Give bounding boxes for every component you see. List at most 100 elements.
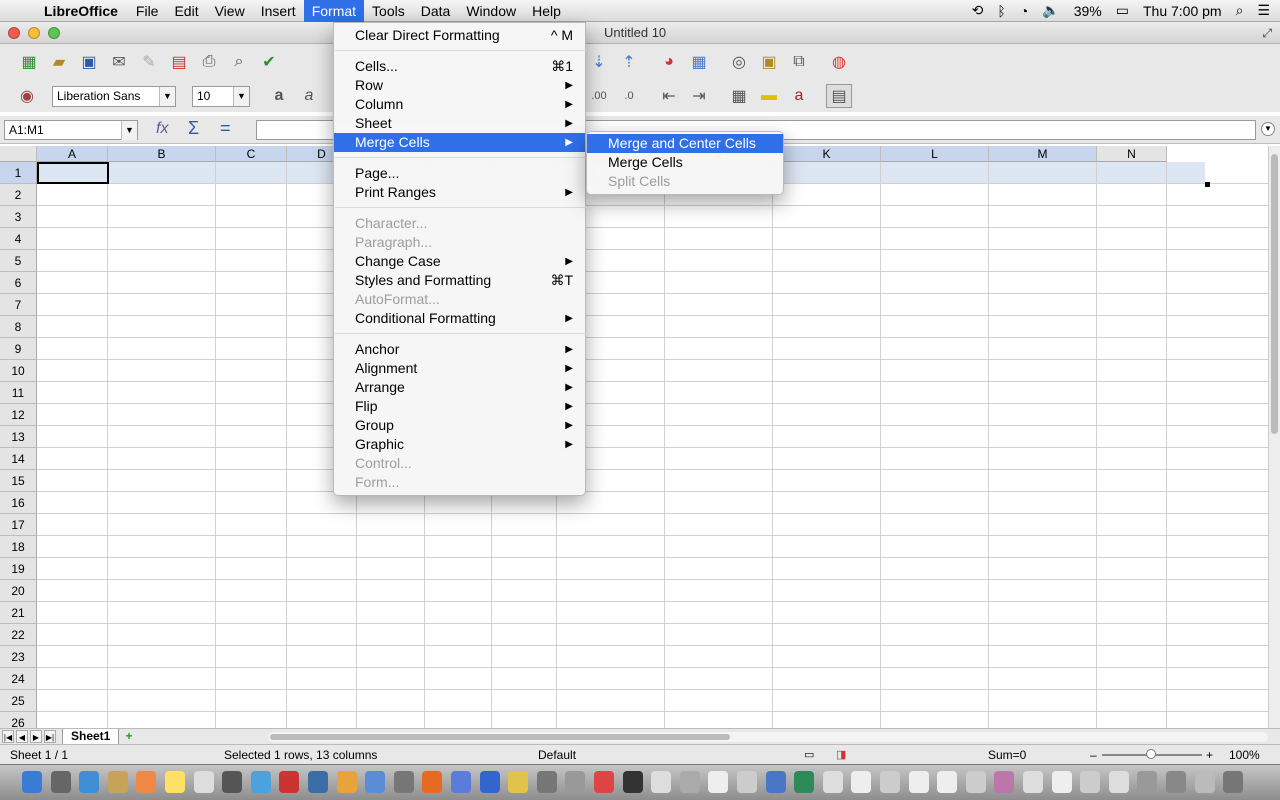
column-header[interactable]: M [989,146,1097,162]
spellcheck-icon[interactable]: ✔ [256,50,282,74]
close-window-button[interactable] [8,27,20,39]
submenu-item-merge-cells[interactable]: Merge Cells [587,153,783,172]
dock-app-icon[interactable] [336,771,357,793]
column-header[interactable]: A [37,146,108,162]
row-header[interactable]: 14 [0,448,37,470]
row-header[interactable]: 16 [0,492,37,514]
font-name-combo[interactable]: Liberation Sans ▼ [52,85,176,107]
row-header[interactable]: 22 [0,624,37,646]
dock-app-icon[interactable] [193,771,214,793]
menu-item-print-ranges[interactable]: Print Ranges ▶ [334,183,585,202]
bold-icon[interactable]: a [266,84,292,108]
page-style[interactable]: Default [538,748,576,762]
styles-icon[interactable]: ◉ [14,84,40,108]
chevron-down-icon[interactable]: ▼ [159,86,175,106]
row-header[interactable]: 15 [0,470,37,492]
dock-app-icon[interactable] [393,771,414,793]
dock-app-icon[interactable] [651,771,672,793]
fill-handle[interactable] [1205,182,1210,187]
dock-app-icon[interactable] [1080,771,1101,793]
sum-value[interactable]: Sum=0 [988,748,1026,762]
select-all-corner[interactable] [0,146,37,162]
menu-item-page[interactable]: Page... [334,164,585,183]
dock-app-icon[interactable] [165,771,185,793]
menu-item-anchor[interactable]: Anchor ▶ [334,340,585,359]
row-header[interactable]: 1 [0,162,37,184]
dock-app-icon[interactable] [365,771,386,793]
row-header[interactable]: 21 [0,602,37,624]
notifications-icon[interactable]: ☰ [1257,2,1270,19]
fullscreen-icon[interactable]: ⤢ [1262,22,1272,44]
toggle-grid-icon[interactable]: ▤ [826,84,852,108]
selection-mode-icon[interactable]: ▭ [804,748,814,761]
chevron-down-icon[interactable]: ▼ [121,121,137,140]
dock-app-icon[interactable] [1137,771,1158,793]
dock-app-icon[interactable] [765,771,786,793]
menu-file[interactable]: File [128,0,167,22]
sort-ascending-icon[interactable]: ⇡ [616,50,642,74]
dock-app-icon[interactable] [50,771,71,793]
menu-item-change-case[interactable]: Change Case ▶ [334,252,585,271]
menu-item-conditional-formatting[interactable]: Conditional Formatting ▶ [334,309,585,328]
data-sources-icon[interactable]: ⧉ [786,50,812,74]
dock-app-icon[interactable] [965,771,986,793]
dock-app-icon[interactable] [422,771,443,793]
column-header[interactable]: N [1097,146,1167,162]
menu-tools[interactable]: Tools [364,0,413,22]
menu-item-flip[interactable]: Flip ▶ [334,397,585,416]
scroll-thumb[interactable] [1271,154,1278,434]
row-header[interactable]: 26 [0,712,37,728]
chart-icon[interactable]: ◕ [656,50,682,74]
dock-app-icon[interactable] [880,771,900,793]
menu-format[interactable]: Format [303,0,365,22]
dock-app-icon[interactable] [794,771,815,793]
expand-formula-icon[interactable]: ▼ [1261,122,1275,136]
row-header[interactable]: 18 [0,536,37,558]
dock-app-icon[interactable] [1223,771,1244,793]
dock-app-icon[interactable] [79,771,100,793]
menu-item-sheet[interactable]: Sheet ▶ [334,114,585,133]
dock-app-icon[interactable] [708,771,729,793]
minimize-window-button[interactable] [28,27,40,39]
dock-app-icon[interactable] [679,771,700,793]
name-box[interactable]: A1:M1 ▼ [4,120,138,140]
bluetooth-icon[interactable]: ᛒ [997,3,1005,19]
horizontal-scrollbar[interactable] [268,732,1268,742]
submenu-item-merge-and-center-cells[interactable]: Merge and Center Cells [587,134,783,153]
pivot-table-icon[interactable]: ▦ [686,50,712,74]
row-header[interactable]: 12 [0,404,37,426]
menu-item-clear-direct-formatting[interactable]: Clear Direct Formatting ^ M [334,26,585,45]
dock-app-icon[interactable] [908,771,929,793]
dock-app-icon[interactable] [994,771,1015,793]
dock-app-icon[interactable] [1194,771,1215,793]
dock-app-icon[interactable] [508,771,529,793]
row-header[interactable]: 10 [0,360,37,382]
zoom-out-icon[interactable]: – [1090,748,1097,762]
increase-indent-icon[interactable]: ⇥ [686,84,712,108]
next-sheet-icon[interactable]: ▶ [30,730,42,743]
borders-icon[interactable]: ▦ [726,84,752,108]
row-header[interactable]: 11 [0,382,37,404]
sheet-tab-sheet1[interactable]: Sheet1 [62,729,120,745]
dock-app-icon[interactable] [737,771,757,793]
delete-decimal-icon[interactable]: .0 [616,84,642,108]
add-decimal-icon[interactable]: .00 [586,84,612,108]
column-header[interactable]: K [773,146,881,162]
dock-app-icon[interactable] [1166,771,1186,793]
dock-app-icon[interactable] [937,771,958,793]
print-icon[interactable]: ⎙ [196,50,222,74]
font-size-combo[interactable]: 10 ▼ [192,85,250,107]
chevron-down-icon[interactable]: ▼ [233,86,249,106]
first-sheet-icon[interactable]: |◀ [2,730,14,743]
decrease-indent-icon[interactable]: ⇤ [656,84,682,108]
dock-app-icon[interactable] [136,771,157,793]
menu-item-cells[interactable]: Cells... ⌘1 [334,57,585,76]
dock-app-icon[interactable] [1108,771,1129,793]
row-header[interactable]: 9 [0,338,37,360]
menu-item-merge-cells[interactable]: Merge Cells ▶ [334,133,585,152]
dock-app-icon[interactable] [279,771,300,793]
function-icon[interactable]: = [220,118,231,139]
dock-app-icon[interactable] [822,771,843,793]
save-icon[interactable]: ▣ [76,50,102,74]
menu-item-alignment[interactable]: Alignment ▶ [334,359,585,378]
